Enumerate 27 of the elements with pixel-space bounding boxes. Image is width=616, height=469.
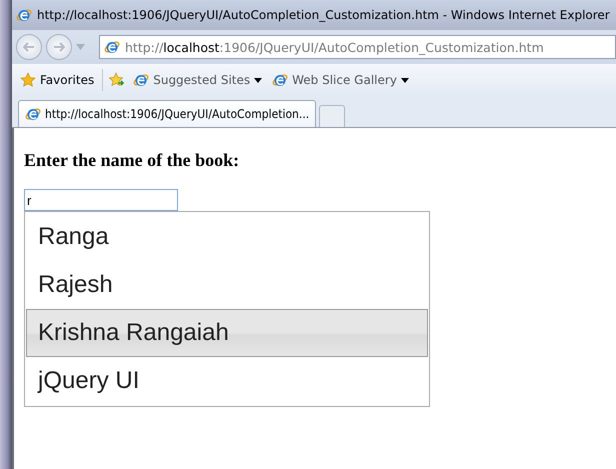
favorites-button[interactable]: Favorites	[18, 70, 96, 90]
suggestion-item[interactable]: Krishna Rangaiah	[26, 309, 428, 357]
suggestion-item[interactable]: Rajesh	[26, 261, 428, 309]
forward-button[interactable]	[46, 34, 72, 60]
tab-title: http://localhost:1906/JQueryUI/AutoCompletion...	[45, 107, 310, 121]
caret-icon[interactable]	[76, 44, 85, 50]
favorites-link[interactable]: Web Slice Gallery	[270, 70, 411, 90]
browser-icon	[16, 7, 32, 23]
browser-icon	[25, 106, 41, 122]
address-field[interactable]: http://localhost:1906/JQueryUI/AutoCompletion_Customization.htm	[99, 35, 616, 59]
search-field[interactable]: r	[24, 189, 178, 211]
new-tab-button[interactable]	[319, 105, 346, 127]
browser-icon	[133, 72, 150, 88]
star-icon	[20, 72, 36, 88]
page-icon	[104, 39, 120, 55]
add-favorite-icon[interactable]	[109, 72, 126, 88]
window-title: http://localhost:1906/JQueryUI/AutoCompletion_Customization.htm - Windows Internet Explorer	[37, 8, 610, 22]
url-text: http://localhost:1906/JQueryUI/AutoCompletion_Customization.htm	[125, 40, 544, 54]
forward-arrow-icon	[53, 42, 65, 52]
browser-tab[interactable]: http://localhost:1906/JQueryUI/AutoCompletion...	[18, 100, 316, 127]
back-arrow-icon	[23, 42, 35, 52]
browser-icon	[272, 72, 288, 88]
favorites-link[interactable]: Suggested Sites	[131, 70, 264, 90]
back-button[interactable]	[16, 34, 42, 60]
suggestion-item[interactable]: jQuery UI	[26, 357, 428, 405]
suggestion-item[interactable]: Ranga	[26, 213, 428, 261]
page-heading: Enter the name of the book:	[24, 150, 240, 171]
